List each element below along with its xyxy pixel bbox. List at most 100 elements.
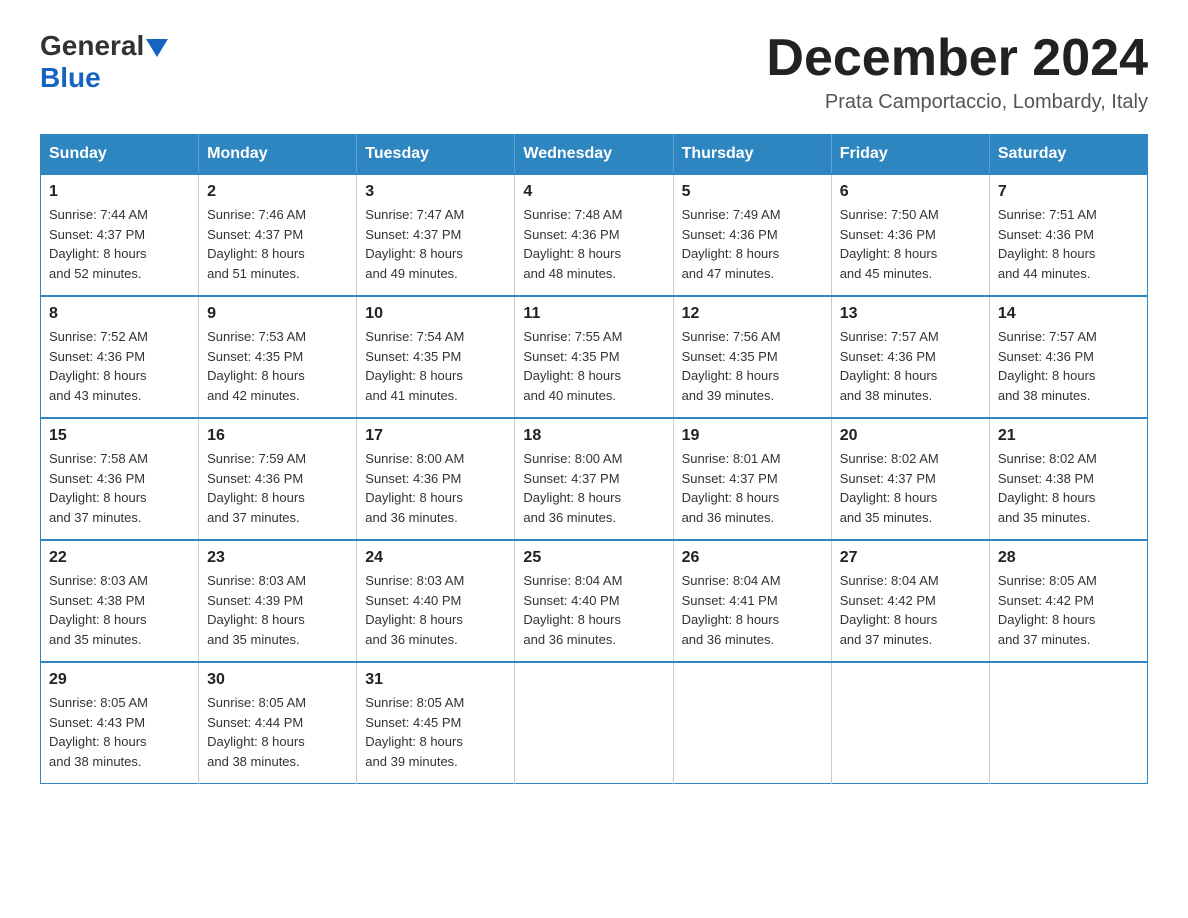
day-number: 7 [998, 183, 1139, 201]
day-info: Sunrise: 8:03 AM Sunset: 4:38 PM Dayligh… [49, 571, 190, 649]
day-info: Sunrise: 7:46 AM Sunset: 4:37 PM Dayligh… [207, 205, 348, 283]
calendar-day-cell: 10Sunrise: 7:54 AM Sunset: 4:35 PM Dayli… [357, 296, 515, 418]
day-info: Sunrise: 7:51 AM Sunset: 4:36 PM Dayligh… [998, 205, 1139, 283]
calendar-day-cell: 29Sunrise: 8:05 AM Sunset: 4:43 PM Dayli… [41, 662, 199, 784]
col-thursday: Thursday [673, 135, 831, 175]
calendar-day-cell: 18 Sunrise: 8:00 AM Sunset: 4:37 PM Dayli… [515, 418, 673, 540]
day-number: 22 [49, 549, 190, 567]
calendar-week-row: 22 Sunrise: 8:03 AM Sunset: 4:38 PM Dayli… [41, 540, 1148, 662]
col-sunday: Sunday [41, 135, 199, 175]
col-wednesday: Wednesday [515, 135, 673, 175]
title-section: December 2024 Prata Camportaccio, Lombar… [766, 30, 1148, 114]
day-number: 5 [682, 183, 823, 201]
calendar-week-row: 29Sunrise: 8:05 AM Sunset: 4:43 PM Dayli… [41, 662, 1148, 784]
day-info: Sunrise: 7:49 AM Sunset: 4:36 PM Dayligh… [682, 205, 823, 283]
day-info: Sunrise: 7:50 AM Sunset: 4:36 PM Dayligh… [840, 205, 981, 283]
day-info: Sunrise: 7:57 AM Sunset: 4:36 PM Dayligh… [840, 327, 981, 405]
day-info: Sunrise: 8:03 AM Sunset: 4:39 PM Dayligh… [207, 571, 348, 649]
calendar-day-cell [989, 662, 1147, 784]
calendar-day-cell: 24 Sunrise: 8:03 AM Sunset: 4:40 PM Dayli… [357, 540, 515, 662]
day-info: Sunrise: 7:59 AM Sunset: 4:36 PM Dayligh… [207, 449, 348, 527]
day-info: Sunrise: 8:05 AM Sunset: 4:42 PM Dayligh… [998, 571, 1139, 649]
calendar-week-row: 1 Sunrise: 7:44 AM Sunset: 4:37 PM Daylig… [41, 174, 1148, 296]
calendar-day-cell [673, 662, 831, 784]
calendar-day-cell: 27 Sunrise: 8:04 AM Sunset: 4:42 PM Dayli… [831, 540, 989, 662]
calendar-day-cell: 15Sunrise: 7:58 AM Sunset: 4:36 PM Dayli… [41, 418, 199, 540]
calendar-day-cell: 19Sunrise: 8:01 AM Sunset: 4:37 PM Dayli… [673, 418, 831, 540]
day-number: 12 [682, 305, 823, 323]
page-header: General Blue December 2024 Prata Camport… [40, 30, 1148, 114]
logo-triangle-icon [146, 39, 168, 57]
calendar-day-cell [515, 662, 673, 784]
calendar-day-cell: 21 Sunrise: 8:02 AM Sunset: 4:38 PM Dayli… [989, 418, 1147, 540]
calendar-day-cell: 12 Sunrise: 7:56 AM Sunset: 4:35 PM Dayli… [673, 296, 831, 418]
day-info: Sunrise: 7:48 AM Sunset: 4:36 PM Dayligh… [523, 205, 664, 283]
calendar-day-cell: 22 Sunrise: 8:03 AM Sunset: 4:38 PM Dayli… [41, 540, 199, 662]
day-info: Sunrise: 7:52 AM Sunset: 4:36 PM Dayligh… [49, 327, 190, 405]
day-number: 21 [998, 427, 1139, 445]
day-number: 2 [207, 183, 348, 201]
day-number: 30 [207, 671, 348, 689]
day-number: 17 [365, 427, 506, 445]
calendar-day-cell: 20 Sunrise: 8:02 AM Sunset: 4:37 PM Dayli… [831, 418, 989, 540]
logo-general-text: General [40, 30, 144, 62]
calendar-week-row: 15Sunrise: 7:58 AM Sunset: 4:36 PM Dayli… [41, 418, 1148, 540]
day-info: Sunrise: 7:58 AM Sunset: 4:36 PM Dayligh… [49, 449, 190, 527]
day-info: Sunrise: 8:04 AM Sunset: 4:42 PM Dayligh… [840, 571, 981, 649]
day-number: 24 [365, 549, 506, 567]
day-number: 31 [365, 671, 506, 689]
day-number: 1 [49, 183, 190, 201]
day-info: Sunrise: 8:02 AM Sunset: 4:37 PM Dayligh… [840, 449, 981, 527]
day-number: 25 [523, 549, 664, 567]
day-number: 13 [840, 305, 981, 323]
calendar-day-cell: 4 Sunrise: 7:48 AM Sunset: 4:36 PM Daylig… [515, 174, 673, 296]
day-number: 3 [365, 183, 506, 201]
day-info: Sunrise: 8:02 AM Sunset: 4:38 PM Dayligh… [998, 449, 1139, 527]
day-info: Sunrise: 7:57 AM Sunset: 4:36 PM Dayligh… [998, 327, 1139, 405]
calendar-day-cell: 14 Sunrise: 7:57 AM Sunset: 4:36 PM Dayli… [989, 296, 1147, 418]
day-info: Sunrise: 7:55 AM Sunset: 4:35 PM Dayligh… [523, 327, 664, 405]
day-number: 6 [840, 183, 981, 201]
logo: General Blue [40, 30, 168, 94]
day-info: Sunrise: 8:00 AM Sunset: 4:36 PM Dayligh… [365, 449, 506, 527]
day-info: Sunrise: 7:53 AM Sunset: 4:35 PM Dayligh… [207, 327, 348, 405]
day-number: 20 [840, 427, 981, 445]
day-number: 4 [523, 183, 664, 201]
col-monday: Monday [199, 135, 357, 175]
day-info: Sunrise: 8:04 AM Sunset: 4:41 PM Dayligh… [682, 571, 823, 649]
day-info: Sunrise: 7:44 AM Sunset: 4:37 PM Dayligh… [49, 205, 190, 283]
day-info: Sunrise: 8:00 AM Sunset: 4:37 PM Dayligh… [523, 449, 664, 527]
calendar-day-cell [831, 662, 989, 784]
day-number: 16 [207, 427, 348, 445]
day-number: 23 [207, 549, 348, 567]
month-title: December 2024 [766, 30, 1148, 87]
logo-blue-text: Blue [40, 62, 101, 94]
col-saturday: Saturday [989, 135, 1147, 175]
calendar-day-cell: 30Sunrise: 8:05 AM Sunset: 4:44 PM Dayli… [199, 662, 357, 784]
calendar-day-cell: 1 Sunrise: 7:44 AM Sunset: 4:37 PM Daylig… [41, 174, 199, 296]
day-info: Sunrise: 7:47 AM Sunset: 4:37 PM Dayligh… [365, 205, 506, 283]
calendar-day-cell: 28 Sunrise: 8:05 AM Sunset: 4:42 PM Dayli… [989, 540, 1147, 662]
day-number: 28 [998, 549, 1139, 567]
day-number: 8 [49, 305, 190, 323]
calendar-week-row: 8 Sunrise: 7:52 AM Sunset: 4:36 PM Daylig… [41, 296, 1148, 418]
day-number: 27 [840, 549, 981, 567]
calendar-day-cell: 2 Sunrise: 7:46 AM Sunset: 4:37 PM Daylig… [199, 174, 357, 296]
day-info: Sunrise: 7:54 AM Sunset: 4:35 PM Dayligh… [365, 327, 506, 405]
location-subtitle: Prata Camportaccio, Lombardy, Italy [766, 91, 1148, 114]
calendar-day-cell: 23 Sunrise: 8:03 AM Sunset: 4:39 PM Dayli… [199, 540, 357, 662]
calendar-day-cell: 6 Sunrise: 7:50 AM Sunset: 4:36 PM Daylig… [831, 174, 989, 296]
calendar-day-cell: 13 Sunrise: 7:57 AM Sunset: 4:36 PM Dayli… [831, 296, 989, 418]
calendar-table: Sunday Monday Tuesday Wednesday Thursday… [40, 134, 1148, 784]
calendar-day-cell: 16 Sunrise: 7:59 AM Sunset: 4:36 PM Dayli… [199, 418, 357, 540]
day-number: 14 [998, 305, 1139, 323]
day-info: Sunrise: 8:03 AM Sunset: 4:40 PM Dayligh… [365, 571, 506, 649]
day-info: Sunrise: 7:56 AM Sunset: 4:35 PM Dayligh… [682, 327, 823, 405]
calendar-day-cell: 7 Sunrise: 7:51 AM Sunset: 4:36 PM Daylig… [989, 174, 1147, 296]
day-number: 18 [523, 427, 664, 445]
col-tuesday: Tuesday [357, 135, 515, 175]
calendar-day-cell: 31Sunrise: 8:05 AM Sunset: 4:45 PM Dayli… [357, 662, 515, 784]
calendar-day-cell: 17 Sunrise: 8:00 AM Sunset: 4:36 PM Dayli… [357, 418, 515, 540]
calendar-day-cell: 25Sunrise: 8:04 AM Sunset: 4:40 PM Dayli… [515, 540, 673, 662]
calendar-day-cell: 9Sunrise: 7:53 AM Sunset: 4:35 PM Daylig… [199, 296, 357, 418]
